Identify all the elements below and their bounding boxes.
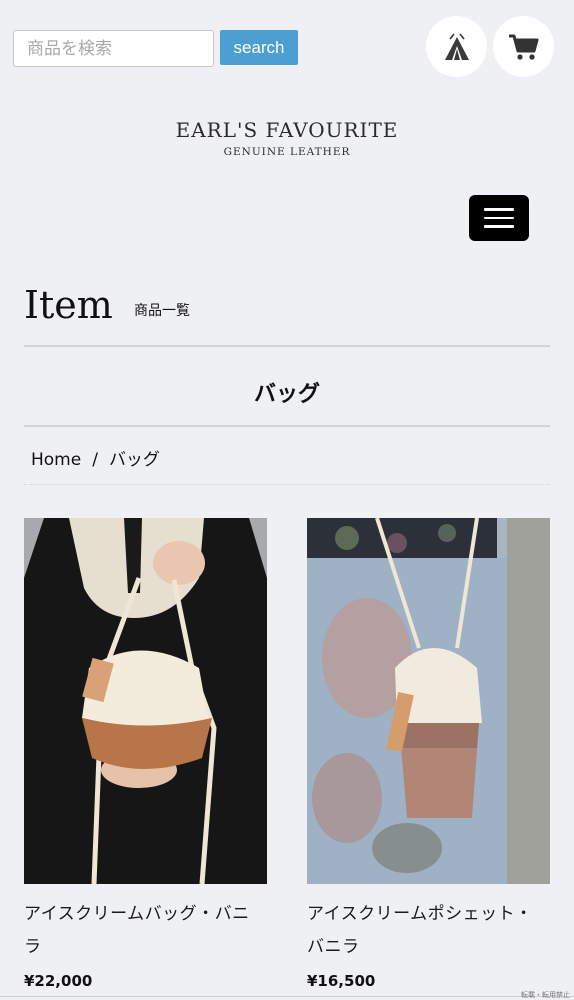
divider [24, 484, 550, 485]
tent-icon [444, 33, 469, 60]
copyright-note: 転載・転用禁止 [521, 991, 570, 999]
cart-icon [508, 34, 538, 60]
divider [24, 345, 550, 347]
product-image[interactable] [307, 518, 550, 884]
cart-button[interactable] [493, 16, 554, 77]
breadcrumb: Home / バッグ [31, 445, 160, 470]
divider [0, 996, 574, 997]
tent-button[interactable] [426, 16, 487, 77]
product-card[interactable]: アイスクリームポシェット・バニラ ¥16,500 [307, 518, 550, 990]
search-input[interactable] [13, 30, 214, 67]
logo-sub-text: GENUINE LEATHER [223, 146, 351, 158]
breadcrumb-separator: / [92, 450, 98, 470]
hamburger-icon-bar [484, 225, 514, 228]
category-title: バッグ [253, 382, 320, 407]
product-image[interactable] [24, 518, 267, 884]
product-name[interactable]: アイスクリームバッグ・バニラ [24, 898, 267, 964]
page-subtitle: 商品一覧 [134, 303, 190, 319]
product-card[interactable]: アイスクリームバッグ・バニラ ¥22,000 [24, 518, 267, 990]
product-price: ¥22,000 [24, 972, 93, 990]
top-bar: search [0, 0, 574, 95]
hamburger-icon-bar [484, 216, 514, 220]
section-heading: Item 商品一覧 [24, 282, 550, 328]
brand-logo[interactable]: EARL'S FAVOURITE GENUINE LEATHER [0, 118, 574, 158]
page-title: Item [24, 283, 113, 327]
breadcrumb-home-link[interactable]: Home [31, 450, 81, 470]
hamburger-icon-bar [484, 208, 514, 211]
product-name[interactable]: アイスクリームポシェット・バニラ [307, 898, 550, 964]
search-button[interactable]: search [220, 30, 298, 65]
breadcrumb-current: バッグ [108, 450, 160, 470]
menu-button[interactable] [469, 195, 529, 241]
logo-main-text: EARL'S FAVOURITE [175, 118, 399, 142]
product-price: ¥16,500 [307, 972, 376, 990]
divider [24, 425, 550, 427]
